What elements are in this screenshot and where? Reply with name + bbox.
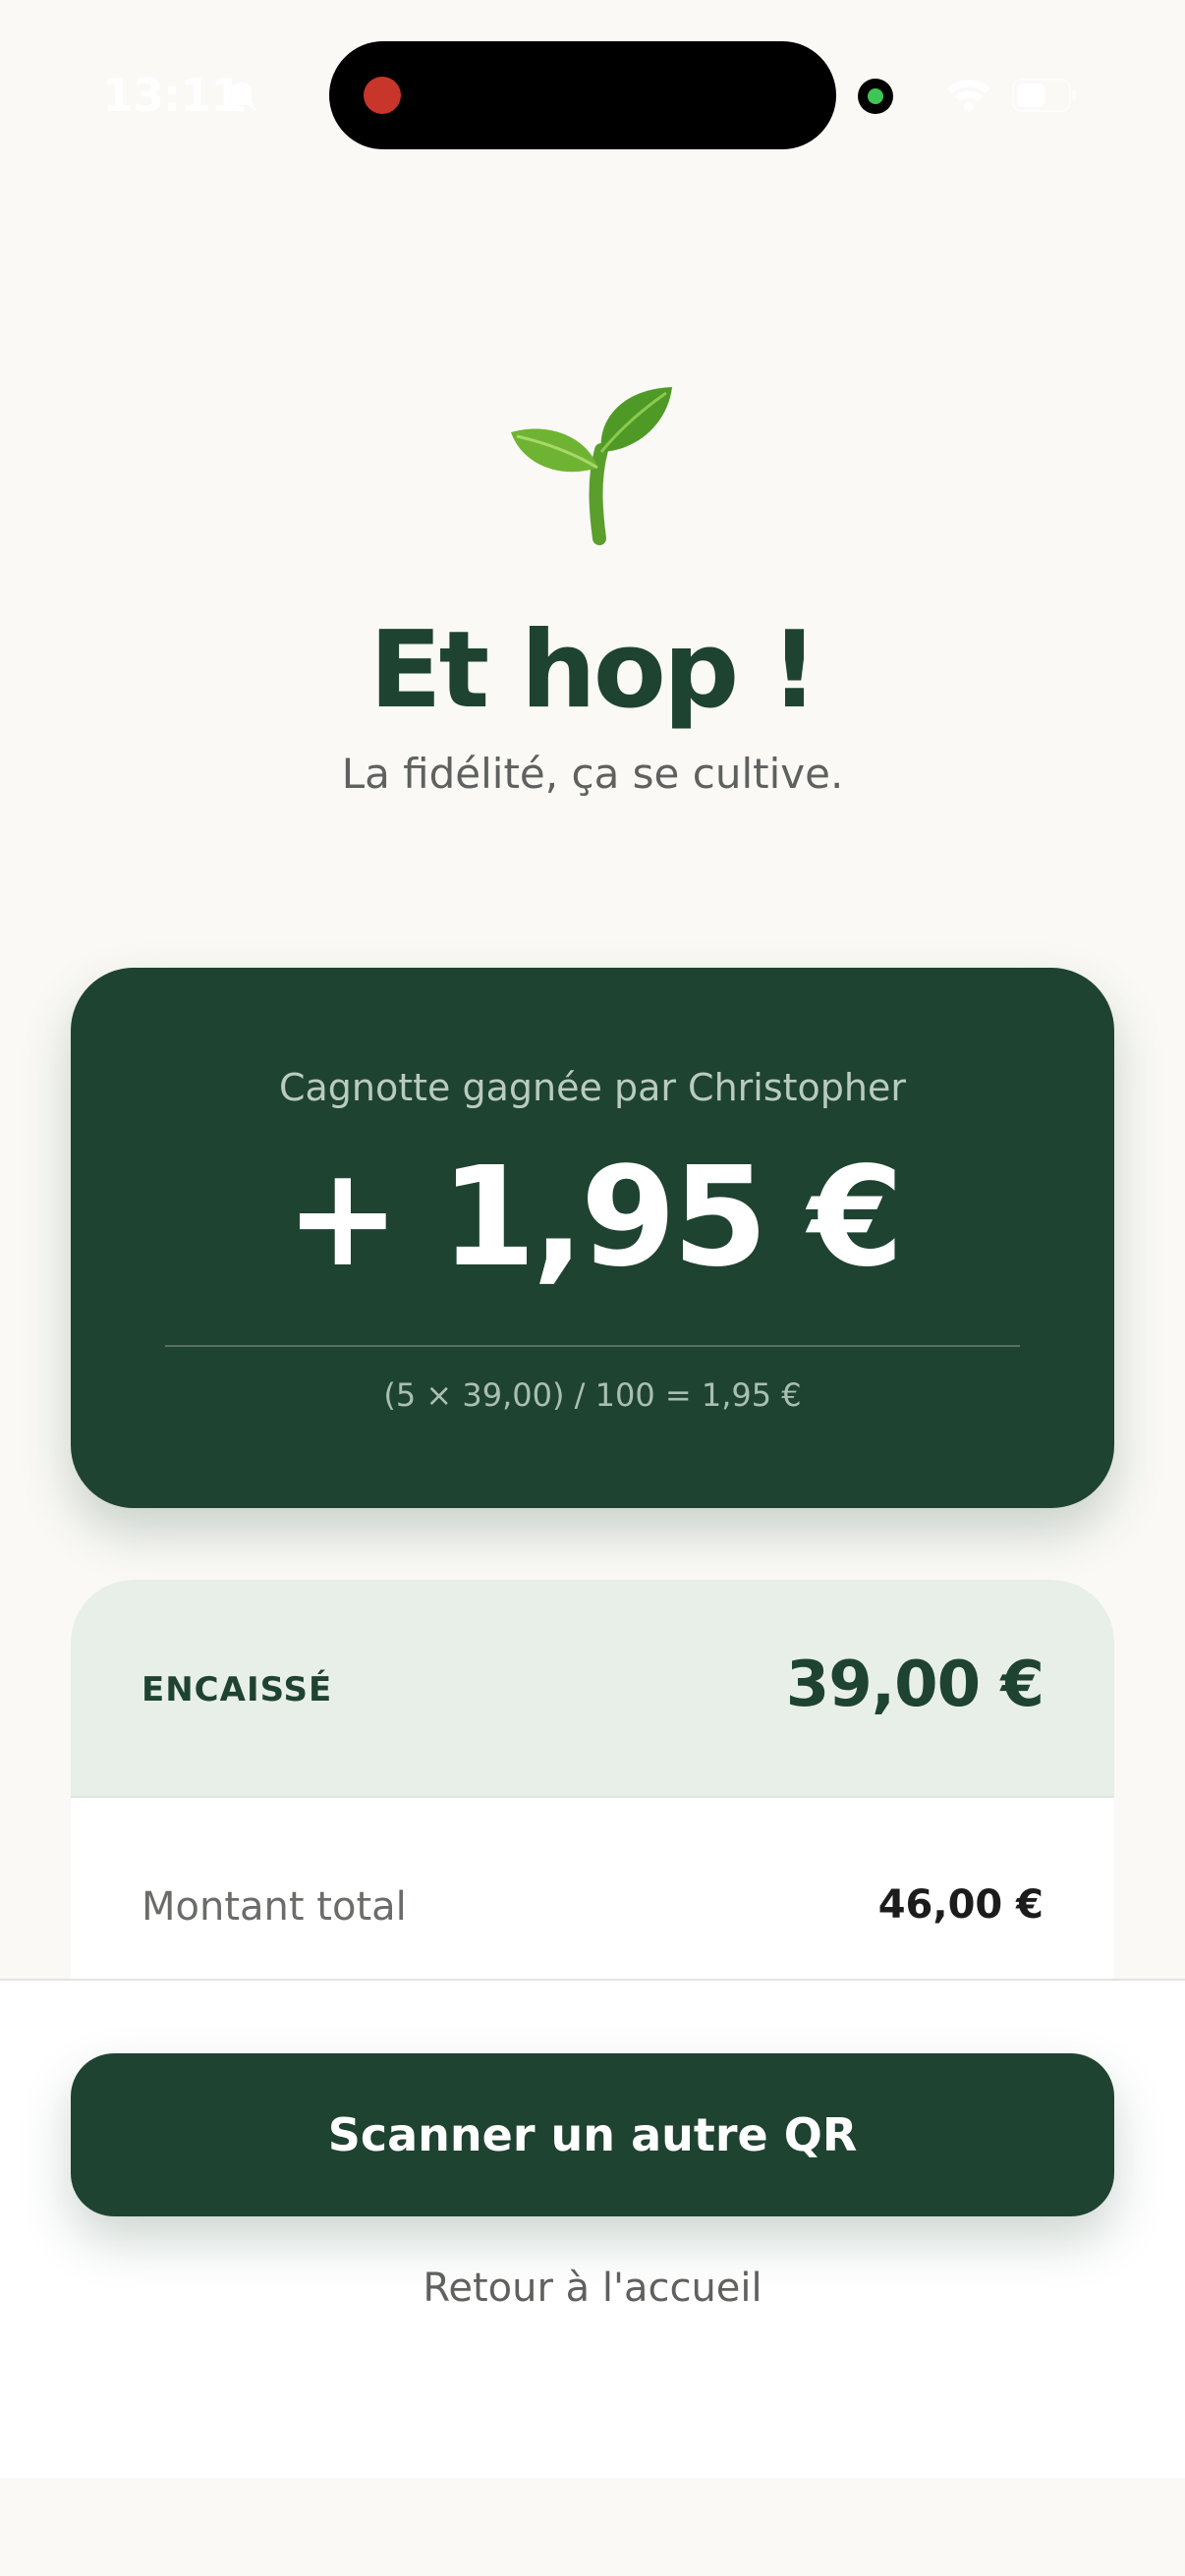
page-subtitle: La fidélité, ça se cultive. — [341, 750, 844, 798]
dynamic-island — [329, 41, 836, 149]
reward-label: Cagnotte gagnée par Christopher — [278, 1066, 907, 1109]
bell-slash-icon — [226, 81, 257, 112]
back-to-home-link[interactable]: Retour à l'accueil — [0, 2266, 1185, 2311]
sprout-icon — [511, 387, 672, 545]
reward-card: Cagnotte gagnée par Christopher + 1,95 €… — [71, 968, 1114, 1508]
encaisse-value: 39,00 € — [785, 1649, 1044, 1721]
camera-in-use-icon — [858, 79, 893, 114]
summary-header: ENCAISSÉ 39,00 € — [71, 1580, 1114, 1798]
bottom-action-panel: Scanner un autre QR Retour à l'accueil — [0, 1979, 1185, 2478]
total-value: 46,00 € — [877, 1882, 1044, 1928]
reward-amount: + 1,95 € — [285, 1138, 904, 1298]
encaisse-label: ENCAISSÉ — [141, 1670, 333, 1709]
summary-card: ENCAISSÉ 39,00 € Montant total 46,00 € — [71, 1580, 1114, 1985]
scan-another-qr-button[interactable]: Scanner un autre QR — [71, 2053, 1114, 2216]
wifi-icon — [947, 80, 990, 112]
reward-formula: (5 × 39,00) / 100 = 1,95 € — [383, 1376, 802, 1414]
reward-divider — [165, 1345, 1020, 1347]
total-label: Montant total — [141, 1884, 407, 1930]
page-title: Et hop ! — [368, 609, 818, 732]
battery-icon — [1012, 79, 1076, 112]
status-time: 13:11 — [102, 69, 242, 122]
status-bar: 13:11 — [0, 0, 1185, 149]
recording-indicator-icon — [364, 77, 401, 114]
